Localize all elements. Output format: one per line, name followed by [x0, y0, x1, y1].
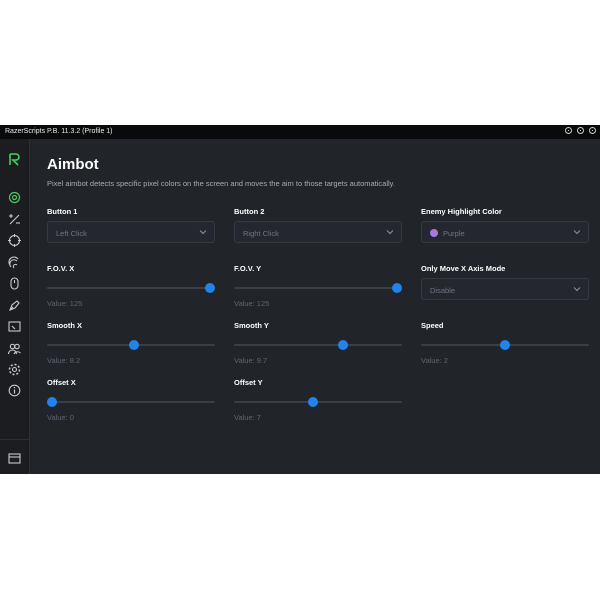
- fov-x-value: Value: 125: [47, 299, 83, 308]
- slider-track: [234, 344, 402, 346]
- slider-thumb[interactable]: [500, 340, 510, 350]
- smooth-x-slider[interactable]: [47, 340, 215, 350]
- smooth-y-slider[interactable]: [234, 340, 402, 350]
- panel-icon[interactable]: [8, 452, 21, 465]
- slider-thumb[interactable]: [47, 397, 57, 407]
- fov-y-slider[interactable]: [234, 283, 402, 293]
- fov-y-label: F.O.V. Y: [234, 264, 262, 273]
- title-bar: RazerScripts P.B. 11.3.2 (Profile 1): [0, 125, 600, 139]
- percent-icon[interactable]: [8, 213, 21, 226]
- enemy-color-select[interactable]: Purple: [421, 221, 589, 243]
- enemy-color-label: Enemy Highlight Color: [421, 207, 502, 216]
- offset-y-label: Offset Y: [234, 378, 263, 387]
- mouse-icon[interactable]: [8, 277, 21, 290]
- button1-field: Button 1 Left Click: [47, 207, 215, 243]
- fov-x-label: F.O.V. X: [47, 264, 75, 273]
- button2-label: Button 2: [234, 207, 265, 216]
- speed-field: Speed Value: 2: [421, 321, 589, 365]
- button1-label: Button 1: [47, 207, 78, 216]
- speed-slider[interactable]: [421, 340, 589, 350]
- page-title: Aimbot: [47, 156, 99, 173]
- smooth-x-field: Smooth X Value: 8.2: [47, 321, 215, 365]
- button1-select[interactable]: Left Click: [47, 221, 215, 243]
- crosshair-icon[interactable]: [8, 191, 21, 204]
- enemy-color-value: Purple: [443, 229, 465, 238]
- offset-y-slider[interactable]: [234, 397, 402, 407]
- smooth-x-label: Smooth X: [47, 321, 82, 330]
- fov-y-field: F.O.V. Y Value: 125: [234, 264, 402, 308]
- smooth-y-value: Value: 9.7: [234, 356, 268, 365]
- close-icon[interactable]: [589, 127, 596, 134]
- slider-thumb[interactable]: [392, 283, 402, 293]
- chevron-down-icon: [386, 230, 394, 235]
- maximize-icon[interactable]: [577, 127, 584, 134]
- fov-y-value: Value: 125: [234, 299, 270, 308]
- slider-thumb[interactable]: [129, 340, 140, 350]
- slider-track: [234, 287, 402, 289]
- sidebar-divider: [0, 439, 30, 440]
- only-move-x-select[interactable]: Disable: [421, 278, 589, 300]
- button2-value: Right Click: [243, 229, 279, 238]
- app-window: RazerScripts P.B. 11.3.2 (Profile 1) Aim…: [0, 125, 600, 474]
- main-content: Aimbot Pixel aimbot detects specific pix…: [30, 139, 600, 474]
- button1-value: Left Click: [56, 229, 87, 238]
- target-icon[interactable]: [8, 234, 21, 247]
- gear-icon[interactable]: [8, 363, 21, 376]
- speed-value: Value: 2: [421, 356, 448, 365]
- page-description: Pixel aimbot detects specific pixel colo…: [47, 179, 395, 188]
- window-controls: [565, 127, 596, 134]
- enemy-color-field: Enemy Highlight Color Purple: [421, 207, 589, 243]
- speed-label: Speed: [421, 321, 444, 330]
- info-icon[interactable]: [8, 384, 21, 397]
- slider-thumb[interactable]: [338, 340, 349, 350]
- smooth-y-field: Smooth Y Value: 9.7: [234, 321, 402, 365]
- offset-y-value: Value: 7: [234, 413, 261, 422]
- logo-icon[interactable]: [8, 153, 21, 166]
- chevron-down-icon: [199, 230, 207, 235]
- button2-field: Button 2 Right Click: [234, 207, 402, 243]
- minimize-icon[interactable]: [565, 127, 572, 134]
- window-icon[interactable]: [8, 320, 21, 333]
- color-swatch: [430, 229, 438, 237]
- fov-x-slider[interactable]: [47, 283, 215, 293]
- chevron-down-icon: [573, 230, 581, 235]
- offset-x-value: Value: 0: [47, 413, 74, 422]
- slider-thumb[interactable]: [205, 283, 215, 293]
- only-move-x-value: Disable: [430, 286, 456, 295]
- offset-x-field: Offset X Value: 0: [47, 378, 215, 422]
- sidebar: [0, 139, 30, 474]
- users-icon[interactable]: [8, 342, 21, 355]
- only-move-x-label: Only Move X Axis Mode: [421, 264, 506, 273]
- offset-x-label: Offset X: [47, 378, 76, 387]
- chevron-down-icon: [573, 287, 581, 292]
- window-title: RazerScripts P.B. 11.3.2 (Profile 1): [5, 128, 113, 135]
- smooth-y-label: Smooth Y: [234, 321, 269, 330]
- button2-select[interactable]: Right Click: [234, 221, 402, 243]
- offset-y-field: Offset Y Value: 7: [234, 378, 402, 422]
- offset-x-slider[interactable]: [47, 397, 215, 407]
- slider-track: [47, 287, 215, 289]
- smooth-x-value: Value: 8.2: [47, 356, 81, 365]
- fingerprint-icon[interactable]: [8, 256, 21, 269]
- slider-track: [47, 401, 215, 403]
- pen-icon[interactable]: [8, 299, 21, 312]
- only-move-x-field: Only Move X Axis Mode Disable: [421, 264, 589, 300]
- slider-thumb[interactable]: [308, 397, 319, 407]
- fov-x-field: F.O.V. X Value: 125: [47, 264, 215, 308]
